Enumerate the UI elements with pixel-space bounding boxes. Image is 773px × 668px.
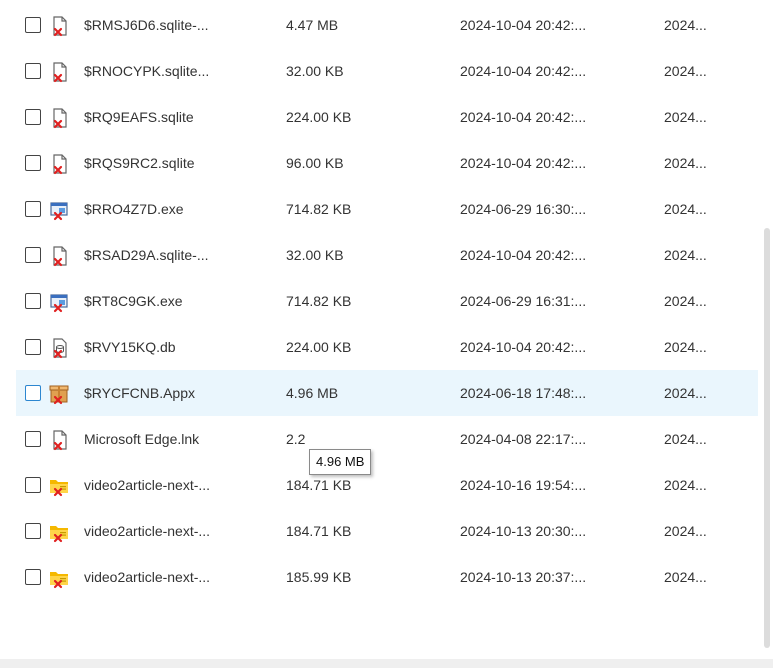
file-size: 2.2 <box>286 431 306 447</box>
file-name: video2article-next-... <box>84 569 211 585</box>
file-date: 2024-06-29 16:30:... <box>460 201 587 217</box>
deleted-file-icon <box>48 153 70 175</box>
file-row[interactable]: $RQS9RC2.sqlite 96.00 KB 2024-10-04 20:42:… <box>16 140 758 186</box>
file-row[interactable]: $RQ9EAFS.sqlite 224.00 KB 2024-10-04 20:42… <box>16 94 758 140</box>
file-size: 224.00 KB <box>286 109 352 125</box>
file-size: 714.82 KB <box>286 201 352 217</box>
file-date: 2024-10-04 20:42:... <box>460 63 587 79</box>
file-size: 32.00 KB <box>286 247 344 263</box>
deleted-file-icon <box>48 107 70 129</box>
file-size: 32.00 KB <box>286 63 344 79</box>
file-row[interactable]: $RT8C9GK.exe 714.82 KB 2024-06-29 16:31:..… <box>16 278 758 324</box>
file-size: 224.00 KB <box>286 339 352 355</box>
horizontal-scrollbar-track[interactable] <box>0 659 773 668</box>
file-extra-date: 2024... <box>664 201 707 217</box>
file-extra-date: 2024... <box>664 523 707 539</box>
file-extra-date: 2024... <box>664 569 707 585</box>
row-checkbox[interactable] <box>25 477 41 493</box>
file-size: 714.82 KB <box>286 293 352 309</box>
file-size: 185.99 KB <box>286 569 352 585</box>
file-name: video2article-next-... <box>84 477 211 493</box>
file-row[interactable]: Microsoft Edge.lnk 2.2 2024-04-08 22:17:..… <box>16 416 758 462</box>
deleted-folder-icon <box>48 567 70 589</box>
file-name: $RVY15KQ.db <box>84 339 176 355</box>
file-size: 96.00 KB <box>286 155 344 171</box>
file-date: 2024-10-04 20:42:... <box>460 155 587 171</box>
file-row[interactable]: $RNOCYPK.sqlite... 32.00 KB 2024-10-04 20:… <box>16 48 758 94</box>
row-checkbox[interactable] <box>25 385 41 401</box>
deleted-file-icon <box>48 15 70 37</box>
row-checkbox[interactable] <box>25 155 41 171</box>
file-date: 2024-10-04 20:42:... <box>460 339 587 355</box>
file-date: 2024-04-08 22:17:... <box>460 431 587 447</box>
file-extra-date: 2024... <box>664 293 707 309</box>
file-date: 2024-06-18 17:48:... <box>460 385 587 401</box>
file-name: $RMSJ6D6.sqlite-... <box>84 17 209 33</box>
file-extra-date: 2024... <box>664 385 707 401</box>
file-extra-date: 2024... <box>664 247 707 263</box>
file-row[interactable]: $RMSJ6D6.sqlite-... 4.47 MB 2024-10-04 20:… <box>16 2 758 48</box>
file-extra-date: 2024... <box>664 17 707 33</box>
file-name: $RQS9RC2.sqlite <box>84 155 195 171</box>
file-extra-date: 2024... <box>664 339 707 355</box>
file-date: 2024-10-04 20:42:... <box>460 17 587 33</box>
file-size: 184.71 KB <box>286 523 352 539</box>
row-checkbox[interactable] <box>25 293 41 309</box>
row-checkbox[interactable] <box>25 17 41 33</box>
file-row[interactable]: $RSAD29A.sqlite-... 32.00 KB 2024-10-04 20… <box>16 232 758 278</box>
file-extra-date: 2024... <box>664 477 707 493</box>
row-checkbox[interactable] <box>25 63 41 79</box>
file-name: Microsoft Edge.lnk <box>84 431 200 447</box>
deleted-db-icon <box>48 337 70 359</box>
deleted-file-icon <box>48 245 70 267</box>
deleted-file-icon <box>48 61 70 83</box>
deleted-file-icon <box>48 429 70 451</box>
file-name: $RYCFCNB.Appx <box>84 385 196 401</box>
deleted-package-icon <box>48 383 70 405</box>
file-extra-date: 2024... <box>664 431 707 447</box>
file-row[interactable]: video2article-next-... 185.99 KB 2024-10-1… <box>16 554 758 600</box>
file-date: 2024-10-13 20:30:... <box>460 523 587 539</box>
file-name: video2article-next-... <box>84 523 211 539</box>
deleted-exe-icon <box>48 199 70 221</box>
vertical-scrollbar[interactable] <box>764 228 770 648</box>
row-checkbox[interactable] <box>25 109 41 125</box>
row-checkbox[interactable] <box>25 247 41 263</box>
file-row[interactable]: video2article-next-... 184.71 KB 2024-10-1… <box>16 462 758 508</box>
file-date: 2024-10-13 20:37:... <box>460 569 587 585</box>
file-name: $RT8C9GK.exe <box>84 293 183 309</box>
file-size: 4.47 MB <box>286 17 339 33</box>
deleted-folder-icon <box>48 521 70 543</box>
file-date: 2024-10-04 20:42:... <box>460 109 587 125</box>
file-extra-date: 2024... <box>664 155 707 171</box>
file-name: $RSAD29A.sqlite-... <box>84 247 209 263</box>
deleted-folder-icon <box>48 475 70 497</box>
file-name: $RQ9EAFS.sqlite <box>84 109 194 125</box>
file-extra-date: 2024... <box>664 63 707 79</box>
file-extra-date: 2024... <box>664 109 707 125</box>
row-checkbox[interactable] <box>25 339 41 355</box>
row-checkbox[interactable] <box>25 201 41 217</box>
file-date: 2024-06-29 16:31:... <box>460 293 587 309</box>
row-checkbox[interactable] <box>25 569 41 585</box>
file-date: 2024-10-16 19:54:... <box>460 477 587 493</box>
file-date: 2024-10-04 20:42:... <box>460 247 587 263</box>
file-size: 4.96 MB <box>286 385 339 401</box>
row-checkbox[interactable] <box>25 431 41 447</box>
file-name: $RRO4Z7D.exe <box>84 201 184 217</box>
file-row[interactable]: $RVY15KQ.db 224.00 KB 2024-10-04 20:42:...… <box>16 324 758 370</box>
size-tooltip: 4.96 MB <box>309 449 372 475</box>
deleted-exe-icon <box>48 291 70 313</box>
file-row[interactable]: $RRO4Z7D.exe 714.82 KB 2024-06-29 16:30:..… <box>16 186 758 232</box>
row-checkbox[interactable] <box>25 523 41 539</box>
file-name: $RNOCYPK.sqlite... <box>84 63 210 79</box>
file-row[interactable]: video2article-next-... 184.71 KB 2024-10-1… <box>16 508 758 554</box>
file-row[interactable]: $RYCFCNB.Appx 4.96 MB 2024-06-18 17:48:...… <box>16 370 758 416</box>
